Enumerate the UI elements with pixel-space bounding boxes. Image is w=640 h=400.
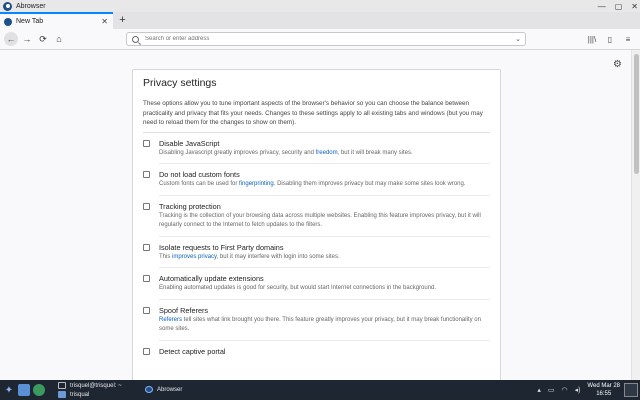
- option-description: This improves privacy, but it may interf…: [159, 253, 490, 263]
- clock-time: 16:55: [596, 391, 612, 397]
- url-dropdown-icon[interactable]: ⌄: [515, 35, 521, 43]
- option-label: Disable JavaScript: [159, 138, 220, 148]
- maximize-icon[interactable]: ▢: [615, 2, 623, 11]
- task-terminal[interactable]: trisquel@trisquel: ~: [58, 382, 122, 389]
- abrowser-logo-icon: [3, 1, 12, 11]
- home-button[interactable]: ⌂: [52, 32, 66, 46]
- sidebar-icon[interactable]: ▯: [604, 32, 616, 46]
- task-label: Abrowser: [157, 386, 183, 393]
- tab-new-tab[interactable]: New Tab ✕: [0, 12, 113, 29]
- system-tray: ▴ ▭ ◠ ◂) Wed Mar 28 16:55: [537, 380, 620, 400]
- arrow-up-icon[interactable]: ▴: [537, 386, 541, 394]
- terminal-icon: [58, 382, 66, 389]
- navigation-toolbar: ← → ⟳ ⌂ ⌄ |||\ ▯ ≡: [0, 29, 640, 50]
- abrowser-icon: [145, 386, 153, 393]
- task-folder[interactable]: trisqual: [58, 391, 89, 398]
- folder-icon: [58, 391, 66, 398]
- checkbox[interactable]: [143, 171, 150, 178]
- gear-icon[interactable]: ⚙: [613, 59, 622, 70]
- wifi-icon[interactable]: ◠: [561, 386, 567, 394]
- option-description: Referers tell sites what link brought yo…: [159, 316, 490, 335]
- desc-text: , but it will break many sites.: [337, 149, 413, 156]
- option-label: Do not load custom fonts: [159, 170, 240, 179]
- checkbox[interactable]: [143, 243, 150, 251]
- desc-text: Custom fonts can be used for: [159, 181, 240, 187]
- taskbar: ✦ trisquel@trisquel: ~ trisqual Abrowser…: [0, 380, 640, 400]
- option-description: Enabling automated updates is good for s…: [159, 285, 437, 291]
- desc-text: Disabling Javascript greatly improves pr…: [159, 149, 316, 156]
- start-menu-icon[interactable]: ✦: [3, 383, 15, 397]
- tab-strip: New Tab ✕ +: [0, 12, 640, 29]
- minimize-icon[interactable]: —: [598, 2, 606, 11]
- checkbox[interactable]: [143, 139, 150, 147]
- page-title: Privacy settings: [143, 77, 217, 89]
- clock-date: Wed Mar 28: [587, 383, 620, 389]
- checkbox[interactable]: [143, 347, 150, 355]
- checkbox[interactable]: [143, 306, 150, 314]
- reload-button[interactable]: ⟳: [36, 32, 50, 46]
- option-captive-portal: Detect captive portal: [143, 341, 490, 356]
- desc-link[interactable]: freedom: [316, 150, 338, 156]
- option-label: Detect captive portal: [159, 346, 226, 356]
- window-controls: — ▢ ✕: [598, 0, 638, 12]
- library-icon[interactable]: |||\: [586, 32, 598, 46]
- scrollbar-thumb[interactable]: [634, 54, 639, 174]
- file-manager-icon[interactable]: [18, 384, 30, 396]
- option-custom-fonts: Do not load custom fonts Custom fonts ca…: [143, 164, 490, 196]
- intro-text: These options allow you to tune importan…: [143, 100, 483, 126]
- task-label: trisquel@trisquel: ~: [70, 382, 122, 389]
- checkbox[interactable]: [143, 202, 150, 210]
- option-spoof-referers: Spoof Referers Referers tell sites what …: [143, 300, 490, 341]
- close-icon[interactable]: ✕: [631, 2, 638, 11]
- new-tab-button[interactable]: +: [116, 13, 129, 27]
- window-title: Abrowser: [16, 2, 46, 10]
- option-description: Tracking is the collection of your brows…: [159, 212, 481, 229]
- forward-button[interactable]: →: [20, 32, 34, 46]
- tab-label: New Tab: [16, 18, 44, 25]
- option-label: Spoof Referers: [159, 305, 209, 315]
- option-disable-javascript: Disable JavaScript Disabling Javascript …: [143, 133, 490, 164]
- title-bar: Abrowser — ▢ ✕: [0, 0, 640, 12]
- volume-icon[interactable]: ◂): [575, 386, 581, 394]
- option-label: Tracking protection: [159, 201, 221, 211]
- tab-close-icon[interactable]: ✕: [101, 17, 108, 26]
- desc-text: This: [159, 253, 173, 260]
- option-auto-update-extensions: Automatically update extensions Enabling…: [143, 268, 490, 300]
- option-label: Automatically update extensions: [159, 274, 264, 283]
- desc-link[interactable]: fingerprinting: [239, 181, 274, 187]
- desc-text: tell sites what link brought you there. …: [159, 316, 481, 333]
- desc-link[interactable]: Referers: [159, 317, 182, 323]
- toolbar-right: |||\ ▯ ≡: [586, 32, 634, 46]
- checkbox[interactable]: [143, 275, 150, 282]
- task-label: trisqual: [70, 391, 90, 398]
- search-icon: [132, 35, 139, 43]
- option-description: Disabling Javascript greatly improves pr…: [159, 149, 490, 159]
- option-description: Custom fonts can be used for fingerprint…: [159, 180, 490, 190]
- option-isolate-first-party: Isolate requests to First Party domains …: [143, 237, 490, 268]
- clock[interactable]: Wed Mar 28 16:55: [587, 382, 620, 398]
- privacy-settings-panel: Privacy settings These options allow you…: [132, 69, 501, 380]
- page-content: ⚙ Privacy settings These options allow y…: [0, 50, 631, 380]
- menu-icon[interactable]: ≡: [622, 32, 634, 46]
- desc-link[interactable]: improves privacy: [172, 254, 217, 260]
- desc-text: , but it may interfere with login into s…: [216, 253, 340, 260]
- desc-text: . Disabling them improves privacy but ma…: [273, 181, 466, 187]
- task-abrowser[interactable]: Abrowser: [145, 386, 182, 393]
- battery-icon[interactable]: ▭: [548, 386, 555, 394]
- option-tracking-protection: Tracking protection Tracking is the coll…: [143, 196, 490, 237]
- option-label: Isolate requests to First Party domains: [159, 242, 284, 252]
- browser-launcher-icon[interactable]: [33, 384, 45, 396]
- tab-favicon-icon: [4, 17, 12, 26]
- back-button[interactable]: ←: [4, 32, 18, 46]
- url-input[interactable]: [145, 36, 516, 42]
- scrollbar[interactable]: [631, 50, 640, 380]
- url-bar[interactable]: ⌄: [126, 32, 526, 46]
- show-desktop-button[interactable]: [624, 383, 638, 397]
